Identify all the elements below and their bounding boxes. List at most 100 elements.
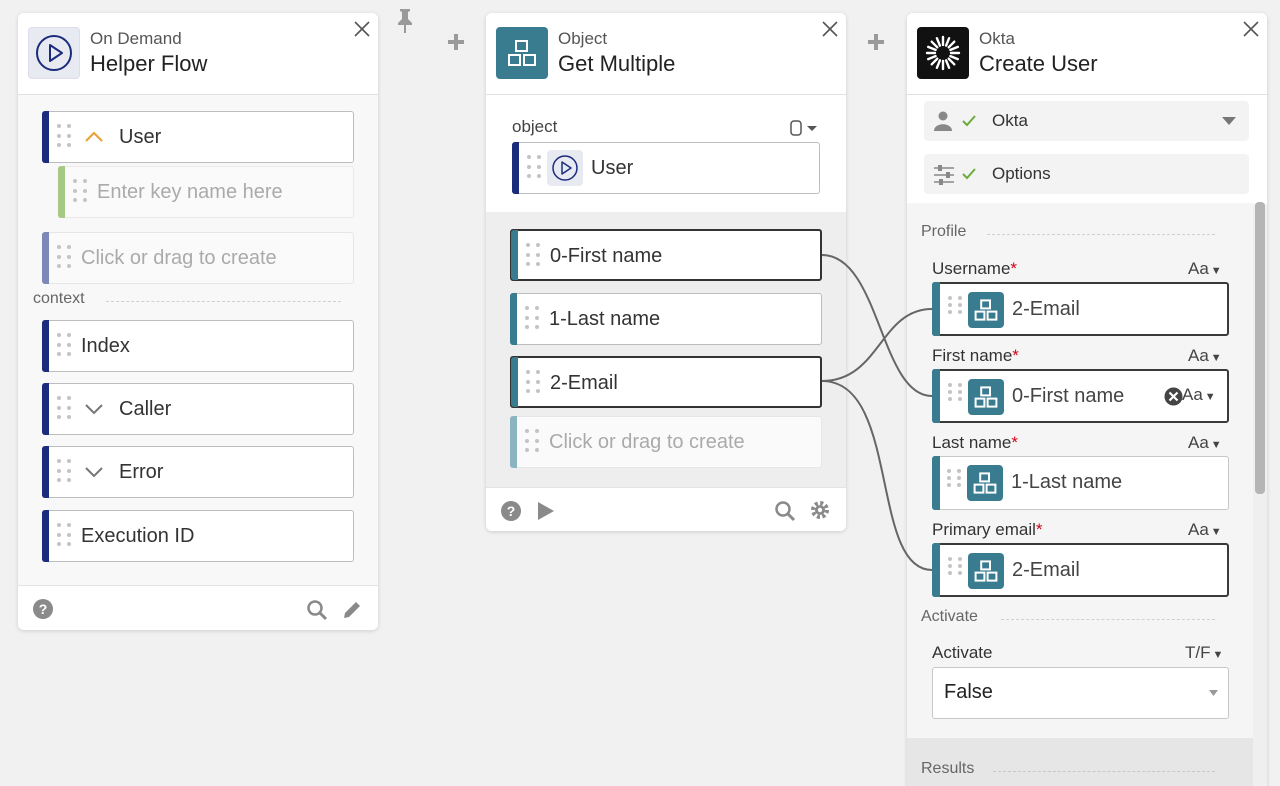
close-icon[interactable]: [1241, 19, 1261, 39]
search-icon[interactable]: [774, 500, 796, 522]
drag-handle-icon[interactable]: [947, 469, 962, 487]
field-label-first-name: First name*: [932, 346, 1019, 365]
drag-handle-icon[interactable]: [57, 333, 71, 359]
card-create-user: Okta Create User Okta Options Profile Us…: [907, 13, 1267, 786]
activate-label: Activate: [932, 643, 993, 662]
mapped-value: 2-Email: [1012, 559, 1080, 581]
username-field[interactable]: 2-Email: [932, 282, 1229, 336]
drag-handle-icon[interactable]: [57, 396, 71, 422]
type-selector[interactable]: Aa ▼: [1188, 433, 1222, 453]
field-label: User: [119, 126, 162, 148]
field-bar: [58, 166, 65, 218]
app-label: On Demand: [90, 29, 182, 48]
card-get-multiple: Object Get Multiple object User 0-First …: [486, 13, 846, 531]
drag-handle-icon[interactable]: [948, 383, 963, 401]
connection-select[interactable]: Okta: [924, 101, 1249, 141]
activate-select[interactable]: False: [932, 667, 1229, 719]
database-dropdown-icon[interactable]: [789, 119, 821, 137]
chevron-up-icon[interactable]: [83, 128, 105, 146]
field-label: Error: [119, 461, 164, 483]
activate-section-label: Activate: [921, 608, 978, 625]
close-icon[interactable]: [820, 19, 840, 39]
field-bar: [932, 456, 940, 510]
gear-icon[interactable]: [809, 499, 831, 521]
field-bar: [42, 510, 49, 562]
divider: [1001, 619, 1215, 620]
results-section: Results: [907, 738, 1253, 786]
card-helper-flow: On Demand Helper Flow User Enter key nam…: [18, 13, 378, 630]
key-name-placeholder: Enter key name here: [97, 181, 283, 203]
field-user[interactable]: User: [42, 111, 354, 163]
options-row[interactable]: Options: [924, 154, 1249, 194]
dropdown-arrow-icon[interactable]: [1222, 117, 1236, 126]
drag-handle-icon[interactable]: [57, 124, 71, 150]
output-label: 2-Email: [550, 372, 618, 394]
drag-handle-icon[interactable]: [57, 459, 71, 485]
field-execution-id[interactable]: Execution ID: [42, 510, 354, 562]
drag-handle-icon[interactable]: [527, 155, 541, 181]
divider: [993, 771, 1215, 772]
profile-section-label: Profile: [921, 223, 967, 240]
object-blocks-icon: [968, 379, 1004, 415]
field-bar: [932, 543, 940, 597]
card-title: Helper Flow: [90, 51, 208, 76]
scrollbar-thumb[interactable]: [1255, 202, 1265, 494]
create-field-slot[interactable]: Click or drag to create: [510, 416, 822, 468]
field-bar: [511, 357, 518, 407]
output-first-name[interactable]: 0-First name: [510, 229, 822, 281]
drag-handle-icon[interactable]: [525, 429, 539, 455]
help-icon[interactable]: ?: [501, 501, 521, 521]
drag-handle-icon[interactable]: [526, 243, 540, 269]
object-input-field[interactable]: User: [512, 142, 820, 194]
type-selector[interactable]: Aa ▼: [1188, 346, 1222, 366]
field-label-last-name: Last name*: [932, 433, 1019, 452]
field-bar: [932, 282, 940, 336]
type-selector[interactable]: T/F ▼: [1185, 643, 1223, 663]
primary-email-field[interactable]: 2-Email: [932, 543, 1229, 597]
key-name-input[interactable]: Enter key name here: [58, 166, 354, 218]
connection-name: Okta: [992, 111, 1028, 130]
pin-icon[interactable]: [396, 8, 414, 34]
search-icon[interactable]: [306, 599, 328, 621]
type-selector[interactable]: Aa ▼: [1182, 385, 1216, 405]
type-selector[interactable]: Aa ▼: [1188, 259, 1222, 279]
check-icon: [962, 115, 976, 127]
add-step-icon[interactable]: [447, 33, 465, 51]
run-play-icon[interactable]: [536, 500, 556, 522]
drag-handle-icon[interactable]: [526, 370, 540, 396]
field-label: Index: [81, 335, 130, 357]
output-label: 0-First name: [550, 245, 663, 267]
drag-handle-icon[interactable]: [948, 296, 963, 314]
close-icon[interactable]: [352, 19, 372, 39]
field-index[interactable]: Index: [42, 320, 354, 372]
chevron-down-icon[interactable]: [83, 400, 105, 418]
mapped-value: 2-Email: [1012, 298, 1080, 320]
add-step-icon[interactable]: [867, 33, 885, 51]
help-icon[interactable]: ?: [33, 599, 53, 619]
drag-handle-icon[interactable]: [525, 306, 539, 332]
last-name-field[interactable]: 1-Last name: [932, 456, 1229, 510]
dropdown-arrow-icon[interactable]: [1209, 690, 1218, 697]
field-label-primary-email: Primary email*: [932, 520, 1043, 539]
clear-x-circle-icon[interactable]: [1164, 387, 1183, 406]
field-caller[interactable]: Caller: [42, 383, 354, 435]
chevron-down-icon[interactable]: [83, 463, 105, 481]
mapped-value: 0-First name: [1012, 385, 1125, 407]
type-selector[interactable]: Aa ▼: [1188, 520, 1222, 540]
object-blocks-icon: [967, 465, 1003, 501]
context-label: context: [33, 290, 85, 307]
first-name-field[interactable]: 0-First name Aa ▼: [932, 369, 1229, 423]
drag-handle-icon[interactable]: [57, 523, 71, 549]
create-field-slot[interactable]: Click or drag to create: [42, 232, 354, 284]
drag-handle-icon[interactable]: [948, 557, 963, 575]
play-circle-icon: [28, 27, 80, 79]
card-title: Get Multiple: [558, 51, 676, 76]
field-error[interactable]: Error: [42, 446, 354, 498]
drag-handle-icon[interactable]: [57, 245, 71, 271]
output-email[interactable]: 2-Email: [510, 356, 822, 408]
svg-text:?: ?: [39, 601, 48, 617]
output-last-name[interactable]: 1-Last name: [510, 293, 822, 345]
edit-pencil-icon[interactable]: [341, 599, 363, 621]
drag-handle-icon[interactable]: [73, 179, 87, 205]
field-bar: [932, 369, 940, 423]
